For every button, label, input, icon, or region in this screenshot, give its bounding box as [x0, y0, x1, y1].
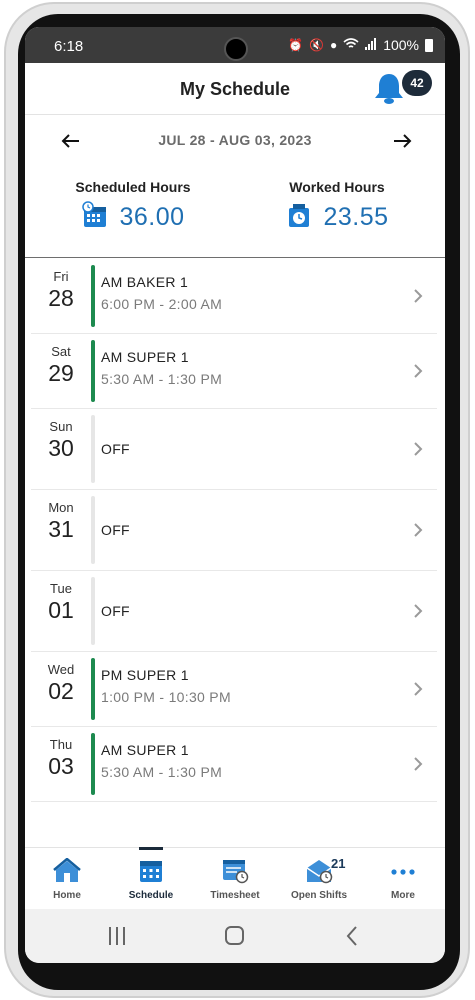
- shift-name: AM BAKER 1: [101, 274, 189, 290]
- alarm-icon: ⏰: [288, 38, 303, 52]
- signal-icon: [365, 37, 377, 53]
- day-number: 01: [48, 597, 74, 623]
- wifi-icon: [343, 37, 359, 53]
- timesheet-icon: [223, 860, 249, 884]
- scheduled-calendar-icon: [81, 201, 109, 234]
- status-bar: 6:18 ⏰ 🔇 ● 100%: [25, 27, 445, 63]
- scheduled-hours-label: Scheduled Hours: [75, 179, 191, 195]
- shift-indicator-bar: [91, 415, 95, 483]
- schedule-row[interactable]: Wed 02 PM SUPER 1 1:00 PM - 10:30 PM: [31, 652, 437, 727]
- nav-timesheet-label: Timesheet: [210, 890, 260, 901]
- schedule-row[interactable]: Sun 30 OFF: [31, 409, 437, 490]
- worked-hours-block: Worked Hours 23.55: [232, 170, 442, 234]
- nav-home-label: Home: [53, 890, 81, 901]
- day-of-week: Thu: [49, 737, 73, 752]
- nav-open-shifts-label: Open Shifts: [290, 890, 348, 901]
- nav-open-shifts[interactable]: 21 Open Shifts: [277, 848, 361, 910]
- chevron-right-icon: [414, 604, 423, 618]
- day-of-week: Wed: [47, 662, 75, 677]
- active-tab-indicator: [139, 847, 163, 850]
- chevron-right-icon: [414, 682, 423, 696]
- day-number: 31: [48, 516, 74, 542]
- schedule-row[interactable]: Tue 01 OFF: [31, 571, 437, 652]
- week-navigator: JUL 28 - AUG 03, 2023: [25, 115, 445, 170]
- shift-name: OFF: [101, 441, 130, 457]
- schedule-row[interactable]: Sat 29 AM SUPER 1 5:30 AM - 1:30 PM: [31, 334, 437, 409]
- schedule-row[interactable]: Mon 31 OFF: [31, 490, 437, 571]
- shift-hours: 6:00 PM - 2:00 AM: [101, 296, 223, 312]
- chevron-right-icon: [414, 442, 423, 456]
- schedule-row[interactable]: Fri 28 AM BAKER 1 6:00 PM - 2:00 AM: [31, 259, 437, 334]
- location-icon: ●: [329, 38, 338, 52]
- home-icon: [53, 858, 81, 882]
- more-dots-icon: [391, 869, 415, 875]
- next-week-arrow-icon[interactable]: [390, 129, 414, 153]
- worked-timeclock-icon: [285, 201, 313, 234]
- scheduled-hours-value: 36.00: [119, 203, 185, 231]
- day-number: 28: [48, 285, 74, 311]
- app-screen: 6:18 ⏰ 🔇 ● 100% My Schedule 42 JUL 28 - …: [25, 27, 445, 963]
- open-shifts-icon: [306, 860, 333, 884]
- day-number: 02: [48, 678, 74, 704]
- shift-name: OFF: [101, 603, 130, 619]
- calendar-icon: [140, 861, 162, 882]
- day-number: 30: [48, 435, 74, 461]
- day-number: 29: [48, 360, 74, 386]
- worked-hours-value: 23.55: [323, 203, 389, 231]
- shift-indicator-bar: [91, 733, 95, 795]
- mute-icon: 🔇: [308, 38, 324, 52]
- day-of-week: Fri: [53, 269, 69, 284]
- week-date-range: JUL 28 - AUG 03, 2023: [158, 132, 312, 148]
- shift-name: OFF: [101, 522, 130, 538]
- shift-indicator-bar: [91, 577, 95, 645]
- nav-more[interactable]: More: [361, 848, 445, 910]
- home-button-icon[interactable]: [223, 925, 247, 947]
- shift-indicator-bar: [91, 658, 95, 720]
- recent-apps-icon[interactable]: [105, 925, 129, 947]
- nav-timesheet[interactable]: Timesheet: [193, 848, 277, 910]
- chevron-right-icon: [414, 523, 423, 537]
- schedule-row[interactable]: Thu 03 AM SUPER 1 5:30 AM - 1:30 PM: [31, 727, 437, 802]
- hours-summary: Scheduled Hours 36.00 Worked Hours 23.55: [25, 170, 445, 258]
- nav-schedule-label: Schedule: [128, 890, 174, 901]
- bottom-nav: Home Schedule Timesheet 21 Open Shifts M…: [25, 847, 445, 909]
- shift-hours: 1:00 PM - 10:30 PM: [101, 689, 231, 705]
- notification-bell-icon[interactable]: [372, 71, 406, 105]
- shift-indicator-bar: [91, 496, 95, 564]
- day-number: 03: [48, 753, 74, 779]
- schedule-list: Fri 28 AM BAKER 1 6:00 PM - 2:00 AM Sat 29 …: [25, 259, 445, 802]
- open-shifts-count-badge: 21: [331, 856, 346, 871]
- nav-more-label: More: [391, 890, 415, 901]
- shift-hours: 5:30 AM - 1:30 PM: [101, 371, 223, 387]
- shift-name: PM SUPER 1: [101, 667, 189, 683]
- shift-name: AM SUPER 1: [101, 349, 189, 365]
- status-time: 6:18: [54, 38, 84, 55]
- chevron-right-icon: [414, 757, 423, 771]
- nav-home[interactable]: Home: [25, 848, 109, 910]
- scheduled-hours-block: Scheduled Hours 36.00: [28, 170, 238, 234]
- battery-icon: [425, 38, 433, 52]
- battery-percent: 100%: [383, 37, 419, 53]
- nav-schedule[interactable]: Schedule: [109, 847, 193, 910]
- shift-indicator-bar: [91, 340, 95, 402]
- day-of-week: Tue: [50, 581, 72, 596]
- day-of-week: Mon: [48, 500, 74, 515]
- day-of-week: Sat: [51, 344, 71, 359]
- front-camera: [224, 37, 248, 61]
- notification-badge[interactable]: 42: [402, 70, 432, 96]
- back-button-icon[interactable]: [341, 925, 365, 947]
- app-header: My Schedule 42: [25, 63, 445, 115]
- status-icons: ⏰ 🔇 ● 100%: [288, 37, 433, 53]
- system-nav-bar: [25, 909, 445, 963]
- shift-name: AM SUPER 1: [101, 742, 189, 758]
- worked-hours-label: Worked Hours: [289, 179, 385, 195]
- shift-indicator-bar: [91, 265, 95, 327]
- shift-hours: 5:30 AM - 1:30 PM: [101, 764, 223, 780]
- chevron-right-icon: [414, 364, 423, 378]
- day-of-week: Sun: [49, 419, 73, 434]
- chevron-right-icon: [414, 289, 423, 303]
